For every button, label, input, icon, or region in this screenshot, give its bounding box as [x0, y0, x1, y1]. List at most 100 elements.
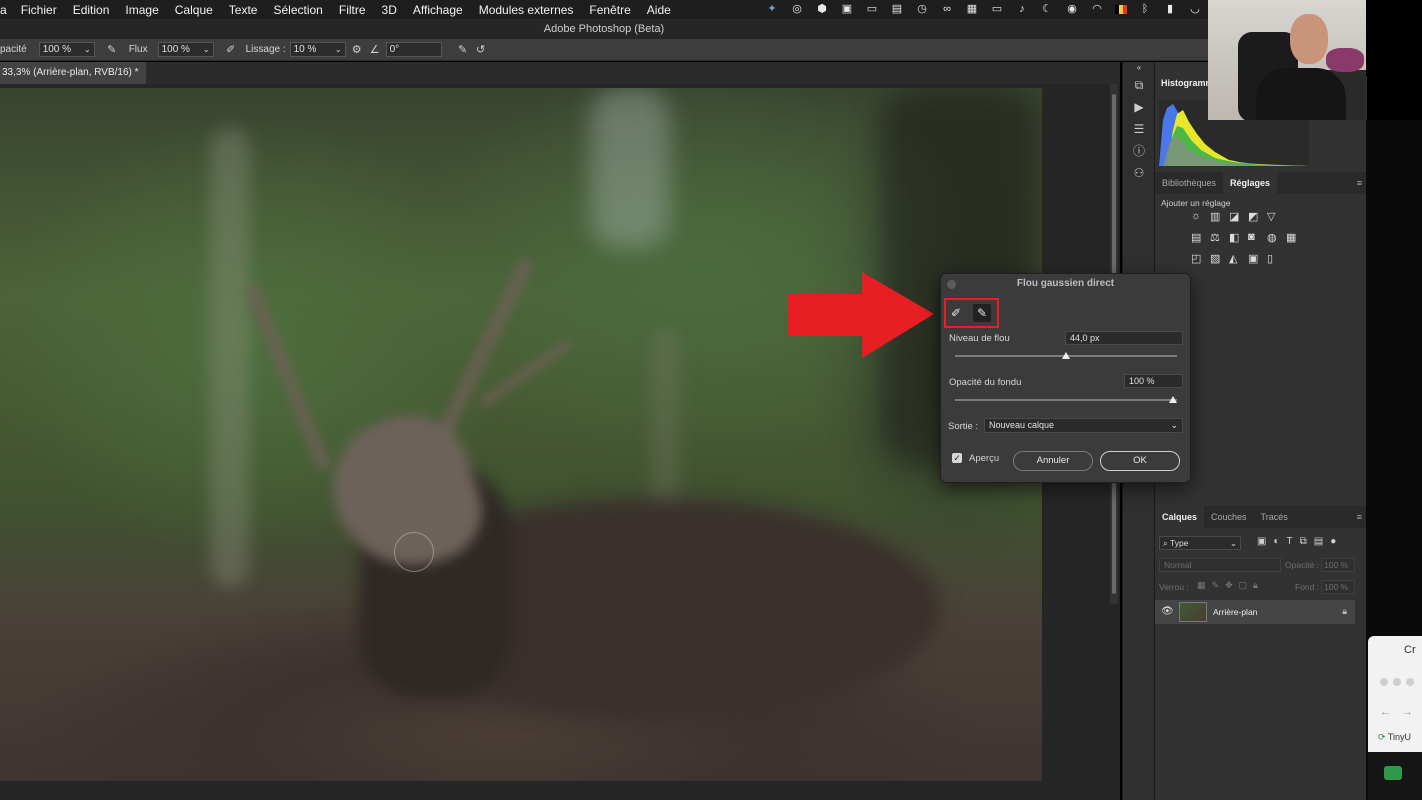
posterize-icon[interactable]: ▧ — [1210, 252, 1229, 265]
play-circle-icon[interactable]: ◉ — [1065, 2, 1079, 16]
filter-toggle-icon[interactable]: ● — [1330, 536, 1336, 547]
fade-opacity-field[interactable]: 100 % — [1124, 374, 1183, 388]
tab-traces[interactable]: Tracés — [1254, 506, 1295, 528]
lock-artboard-icon[interactable]: ▢ — [1239, 580, 1248, 591]
channel-mixer-icon[interactable]: ◍ — [1267, 231, 1286, 244]
threshold-icon[interactable]: ◭ — [1229, 252, 1248, 265]
camera-icon[interactable]: ▣ — [840, 2, 854, 16]
menu-fenetre[interactable]: Fenêtre — [581, 3, 638, 17]
selective-color-icon[interactable]: ▣ — [1248, 252, 1267, 265]
blur-slider-thumb[interactable] — [1062, 352, 1070, 359]
menu-fichier[interactable]: Fichier — [13, 3, 65, 17]
menu-selection[interactable]: Sélection — [265, 3, 330, 17]
menu-edition[interactable]: Edition — [65, 3, 118, 17]
add-pin-icon[interactable]: ✐ — [951, 306, 961, 320]
lissage-field[interactable]: 10 % ⌄ — [289, 42, 346, 57]
collapse-icon[interactable]: « — [1123, 62, 1155, 74]
hue-saturation-icon[interactable]: ▤ — [1191, 231, 1210, 244]
angle-field[interactable]: 0° — [385, 42, 442, 57]
levels-icon[interactable]: ▥ — [1210, 210, 1229, 223]
bluetooth-icon[interactable]: ᛒ — [1138, 2, 1152, 16]
back-icon[interactable]: ← — [1380, 706, 1391, 718]
menu-3d[interactable]: 3D — [374, 3, 405, 17]
properties-icon[interactable]: ⚇ — [1123, 162, 1155, 184]
moon-icon[interactable]: ☾ — [1040, 2, 1054, 16]
symmetry-icon[interactable]: ↺ — [474, 43, 488, 57]
fade-slider-thumb[interactable] — [1169, 396, 1177, 403]
adjustment-filter-icon[interactable]: ◐ — [1273, 536, 1279, 547]
pressure-opacity-icon[interactable]: ✎ — [105, 43, 119, 57]
smoothing-settings-icon[interactable]: ⚙ — [350, 43, 364, 57]
layer-row[interactable]: 👁︎ Arrière-plan 🔒︎ — [1155, 600, 1355, 624]
actions-play-icon[interactable]: ▶ — [1123, 96, 1155, 118]
shield-icon[interactable]: ⬢ — [815, 2, 829, 16]
grid-icon[interactable]: ▦ — [965, 2, 979, 16]
flag-icon[interactable] — [1115, 4, 1127, 14]
output-select[interactable]: Nouveau calque ⌄ — [984, 418, 1183, 433]
cancel-button[interactable]: Annuler — [1013, 451, 1093, 471]
panel-menu-icon[interactable]: ≡ — [1357, 512, 1362, 522]
rainbow-icon[interactable]: ◠ — [1090, 2, 1104, 16]
tab-reglages[interactable]: Réglages — [1223, 172, 1278, 194]
flux-field[interactable]: 100 % ⌄ — [157, 42, 214, 57]
history-panel-icon[interactable]: ⧉ — [1123, 74, 1155, 96]
exposure-icon[interactable]: ◩ — [1248, 210, 1267, 223]
brightness-icon[interactable]: ☼ — [1191, 210, 1210, 223]
tab-bibliotheques[interactable]: Bibliothèques — [1155, 172, 1223, 194]
close-dot[interactable] — [1380, 678, 1388, 686]
pixel-filter-icon[interactable]: ▣ — [1257, 536, 1266, 547]
document-tab[interactable]: 33,3% (Arrière-plan, RVB/16) * — [0, 62, 146, 84]
vibrance-icon[interactable]: ▽ — [1267, 210, 1286, 223]
lock-all-icon[interactable]: 🔒︎ — [1253, 580, 1258, 591]
history-icon[interactable]: ◷ — [915, 2, 929, 16]
screen-icon[interactable]: ▭ — [865, 2, 879, 16]
volume-icon[interactable]: ♪ — [1015, 2, 1029, 16]
photo-deer[interactable] — [0, 88, 1042, 781]
creative-cloud-icon[interactable]: ◎ — [790, 2, 804, 16]
info-icon[interactable]: ⓘ — [1123, 140, 1155, 162]
menu-texte[interactable]: Texte — [221, 3, 266, 17]
blend-mode-select[interactable]: Normal — [1159, 558, 1281, 572]
fade-slider-track[interactable] — [955, 399, 1177, 401]
clipboard-icon[interactable]: ▤ — [890, 2, 904, 16]
shape-filter-icon[interactable]: ⧉ — [1300, 536, 1307, 547]
blur-level-field[interactable]: 44,0 px — [1065, 331, 1183, 345]
smart-object-filter-icon[interactable]: ▤ — [1314, 536, 1323, 547]
battery-icon[interactable]: ▮ — [1163, 2, 1177, 16]
color-balance-icon[interactable]: ⚖ — [1210, 231, 1229, 244]
display-icon[interactable]: ▭ — [990, 2, 1004, 16]
menu-calque[interactable]: Calque — [167, 3, 221, 17]
menu-filtre[interactable]: Filtre — [331, 3, 374, 17]
color-lookup-icon[interactable]: ▦ — [1286, 231, 1305, 244]
pressure-size-icon[interactable]: ✎ — [456, 43, 470, 57]
lock-brush-icon[interactable]: ✎ — [1212, 580, 1220, 591]
tab-couches[interactable]: Couches — [1204, 506, 1254, 528]
menu-app[interactable]: a — [0, 3, 13, 17]
butterfly-icon[interactable]: ✦ — [765, 2, 779, 16]
type-filter-icon[interactable]: T — [1287, 536, 1293, 547]
lock-transparent-icon[interactable]: ▦ — [1197, 580, 1206, 591]
wifi-icon[interactable]: ◡ — [1188, 2, 1202, 16]
menu-modules-externes[interactable]: Modules externes — [471, 3, 582, 17]
menu-affichage[interactable]: Affichage — [405, 3, 471, 17]
fill-field[interactable]: 100 % — [1321, 580, 1355, 594]
menu-image[interactable]: Image — [117, 3, 166, 17]
curves-icon[interactable]: ◪ — [1229, 210, 1248, 223]
preview-checkbox[interactable]: ✓ — [952, 453, 962, 463]
browser-tab[interactable]: ⟳ TinyU — [1378, 732, 1411, 743]
tab-calques[interactable]: Calques — [1155, 506, 1205, 528]
adjustments-sliders-icon[interactable]: ☰ — [1123, 118, 1155, 140]
lock-move-icon[interactable]: ✥ — [1225, 580, 1233, 591]
minimize-dot[interactable] — [1393, 678, 1401, 686]
close-dot[interactable] — [947, 280, 956, 289]
layer-opacity-field[interactable]: 100 % — [1321, 558, 1355, 572]
eye-icon[interactable]: 👁︎ — [1161, 606, 1174, 617]
forward-icon[interactable]: → — [1402, 706, 1413, 718]
binoculars-icon[interactable]: ∞ — [940, 2, 954, 16]
photo-filter-icon[interactable]: ◙ — [1248, 231, 1267, 244]
zoom-dot[interactable] — [1406, 678, 1414, 686]
remove-pin-icon[interactable]: ✎ — [973, 304, 991, 322]
layer-filter-select[interactable]: ⌕ Type ⌄ — [1159, 536, 1241, 550]
gradient-map-icon[interactable]: ▯ — [1267, 252, 1286, 265]
panel-menu-icon[interactable]: ≡ — [1357, 178, 1362, 188]
